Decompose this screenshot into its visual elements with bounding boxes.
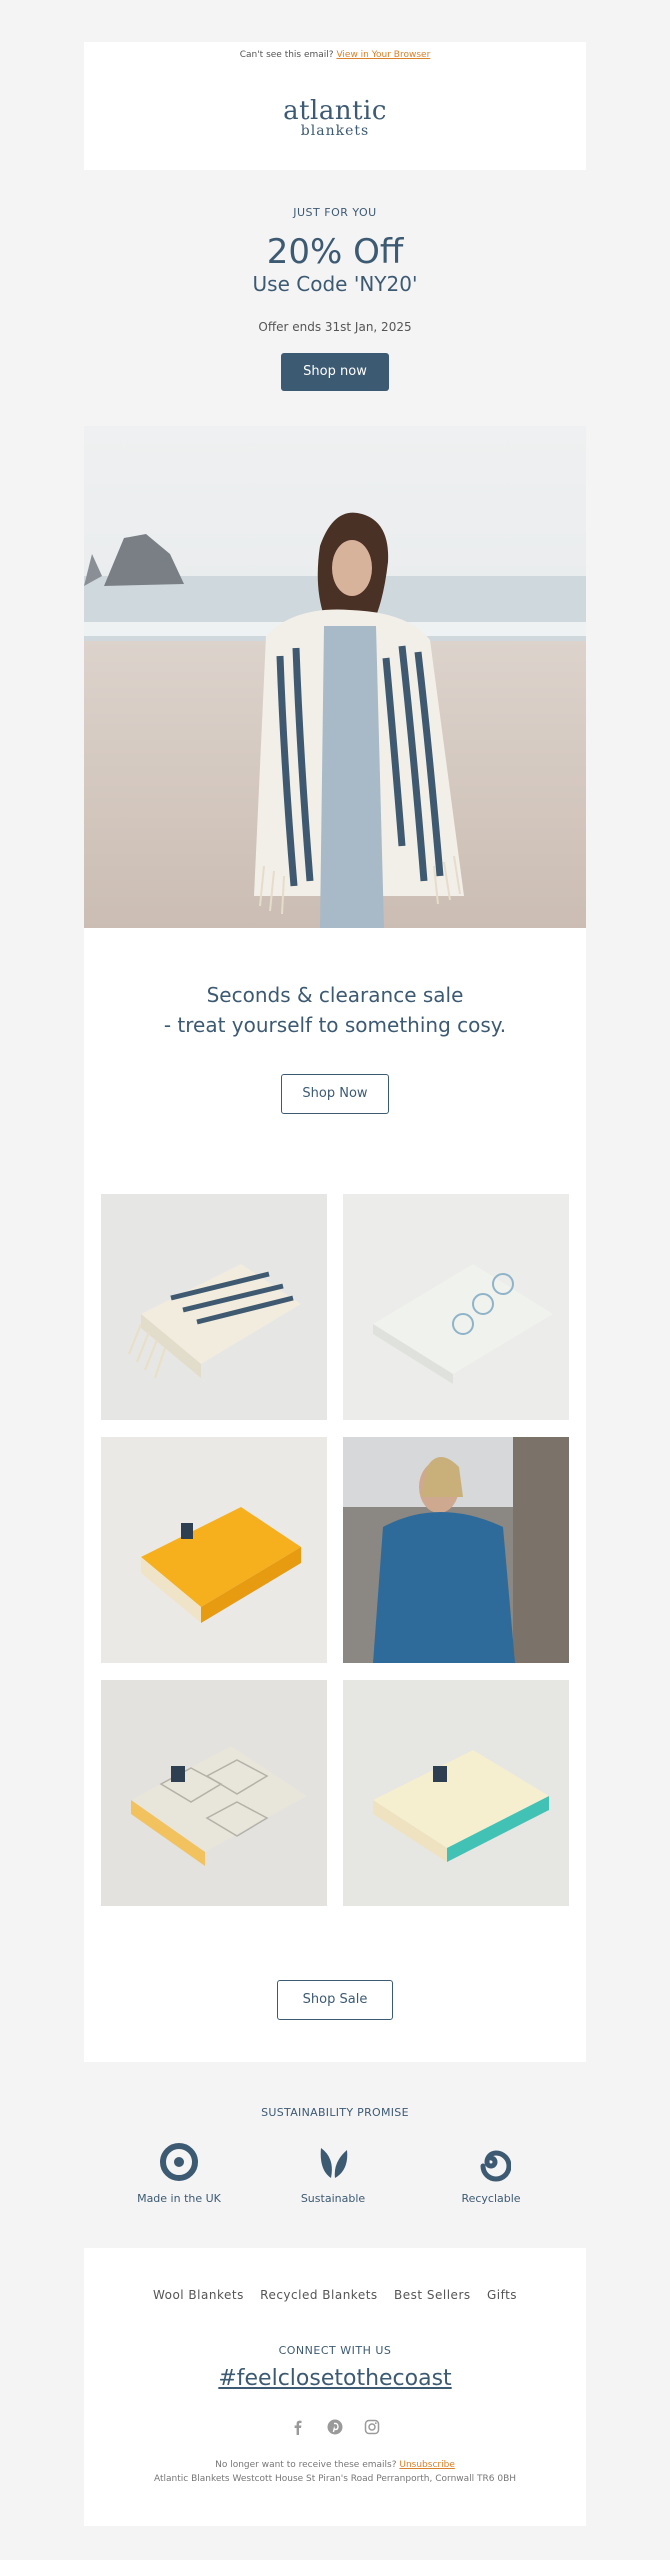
footer-link-best-sellers[interactable]: Best Sellers [394,2288,471,2302]
footer: Wool Blankets Recycled Blankets Best Sel… [84,2248,586,2526]
footer-nav: Wool Blankets Recycled Blankets Best Sel… [84,2288,586,2302]
footer-link-recycled-blankets[interactable]: Recycled Blankets [260,2288,378,2302]
sale-section: Seconds & clearance sale - treat yoursel… [84,928,586,2062]
sustainability-label: Made in the UK [137,2192,221,2205]
hero-image[interactable] [84,426,586,928]
leaf-icon [273,2142,393,2182]
sale-heading-line-1: Seconds & clearance sale [206,983,464,1007]
promo-end-date: Offer ends 31st Jan, 2025 [258,320,412,334]
sustainability-title: SUSTAINABILITY PROMISE [261,2106,409,2119]
logo-line-2: blankets [300,123,370,139]
instagram-icon[interactable] [364,2419,380,2439]
product-tile-striped-blanket[interactable] [101,1194,327,1420]
sustainability-made-in-uk: Made in the UK [119,2142,239,2205]
logo-line-1: atlantic [283,96,387,126]
sustainability-recyclable: Recyclable [431,2142,551,2205]
preheader: Can't see this email? View in Your Brows… [84,50,586,60]
brand-logo[interactable]: atlantic blankets [84,98,586,138]
product-tile-blue-blanket-model[interactable] [343,1437,569,1663]
pinterest-icon[interactable] [327,2419,343,2439]
preheader-text: Can't see this email? [239,50,334,60]
company-address: Atlantic Blankets Westcott House St Pira… [153,2474,517,2484]
promo-code: Use Code 'NY20' [252,272,418,296]
shop-sale-button[interactable]: Shop Sale [277,1980,393,2020]
target-icon [119,2142,239,2182]
view-in-browser-link[interactable]: View in Your Browser [336,50,430,60]
hashtag-link[interactable]: #feelclosetothecoast [84,2366,586,2391]
legal-text: No longer want to receive these emails? … [84,2458,586,2486]
sustainability-label: Recyclable [461,2192,521,2205]
unsubscribe-prompt: No longer want to receive these emails? [215,2460,397,2470]
spiral-icon [431,2142,551,2182]
sustainability-sustainable: Sustainable [273,2142,393,2205]
product-tile-smiley-blanket[interactable] [343,1194,569,1420]
header-card: Can't see this email? View in Your Brows… [84,42,586,170]
sustainability-label: Sustainable [300,2192,366,2205]
sale-heading: Seconds & clearance sale - treat yoursel… [84,980,586,1040]
unsubscribe-link[interactable]: Unsubscribe [399,2460,455,2470]
facebook-icon[interactable] [290,2419,306,2439]
social-links [84,2418,586,2439]
footer-link-gifts[interactable]: Gifts [487,2288,517,2302]
shop-now-button[interactable]: Shop now [281,353,389,391]
sale-shop-now-button[interactable]: Shop Now [281,1074,389,1114]
promo-eyebrow: JUST FOR YOU [293,206,377,219]
connect-heading: CONNECT WITH US [278,2344,392,2357]
product-tile-yellow-blanket[interactable] [101,1437,327,1663]
product-tile-teal-blanket[interactable] [343,1680,569,1906]
product-tile-geometric-blanket[interactable] [101,1680,327,1906]
sale-heading-line-2: - treat yourself to something cosy. [163,1013,507,1037]
footer-link-wool-blankets[interactable]: Wool Blankets [153,2288,244,2302]
promo-headline: 20% Off [266,232,404,272]
